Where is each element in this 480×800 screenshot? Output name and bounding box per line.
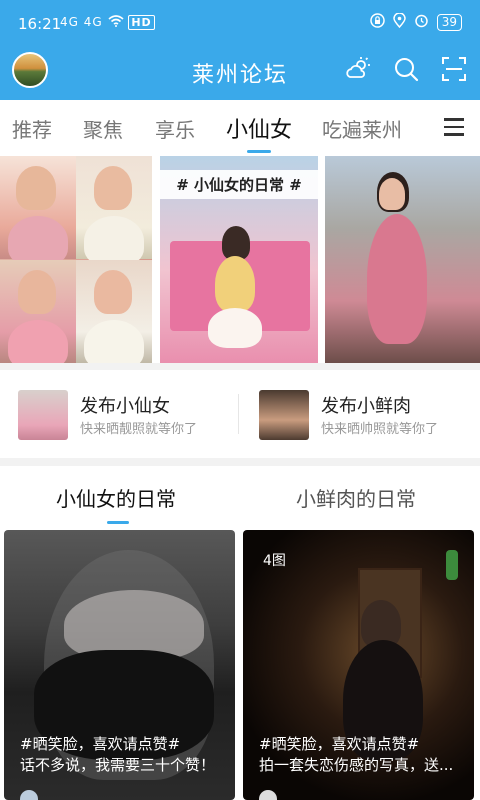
tab-fairy-daily[interactable]: 小仙女的日常 (56, 483, 176, 512)
clothing-shape (8, 216, 68, 266)
face-shape (16, 166, 56, 210)
banner-photo-collage[interactable] (0, 156, 152, 363)
publish-fairy-button[interactable]: 发布小仙女 快来晒靓照就等你了 (18, 390, 228, 440)
plant-shape (446, 550, 458, 580)
post-grid: #晒笑脸，喜欢请点赞# 话不多说，我需要三十个赞！ 4图 #晒笑脸，喜欢请点赞#… (0, 526, 480, 800)
collage-photo (0, 156, 76, 266)
active-tab-indicator (247, 150, 271, 153)
app-actions (344, 55, 468, 83)
skirt-shape (208, 308, 262, 348)
tab-boy-daily[interactable]: 小鲜肉的日常 (296, 483, 416, 512)
dress-shape (367, 214, 427, 344)
search-icon[interactable] (392, 55, 420, 83)
publish-boy-thumbnail (259, 390, 309, 440)
collage-photo (76, 156, 152, 266)
location-icon (392, 12, 406, 32)
author-avatar[interactable] (20, 790, 38, 800)
hd-badge: HD (128, 15, 155, 30)
sweater-shape (215, 256, 255, 312)
tab-food[interactable]: 吃遍莱州 (322, 114, 402, 143)
post-card[interactable]: 4图 #晒笑脸，喜欢请点赞# 拍一套失恋伤感的写真，送... (243, 530, 474, 800)
status-icons: 39 (369, 12, 462, 32)
collage-photo (76, 260, 152, 363)
post-caption-line2: 话不多说，我需要三十个赞！ (20, 756, 216, 774)
banner-tag: # 小仙女的日常 # (160, 170, 318, 199)
status-bar: 16:21 4G 4G HD 39 (0, 0, 480, 48)
image-count-badge: 4图 (263, 553, 286, 569)
divider (238, 394, 239, 434)
face-shape (94, 166, 132, 210)
tab-leisure[interactable]: 享乐 (155, 114, 195, 143)
tab-recommend[interactable]: 推荐 (12, 114, 52, 143)
alarm-icon (414, 13, 429, 32)
publish-fairy-thumbnail (18, 390, 68, 440)
publish-row: 发布小仙女 快来晒靓照就等你了 发布小鲜肉 快来晒帅照就等你了 (0, 370, 480, 458)
wifi-icon (107, 15, 129, 29)
publish-boy-subtitle: 快来晒帅照就等你了 (321, 422, 439, 437)
publish-boy-button[interactable]: 发布小鲜肉 快来晒帅照就等你了 (259, 390, 469, 440)
scan-icon[interactable] (440, 55, 468, 83)
clothing-shape (8, 320, 68, 363)
author-avatar[interactable] (259, 790, 277, 800)
category-tabs: 推荐 聚焦 享乐 小仙女 吃遍莱州 (0, 100, 480, 156)
clothing-shape (84, 216, 144, 266)
face-shape (94, 270, 132, 314)
feed-tabs: 小仙女的日常 小鲜肉的日常 (0, 466, 480, 526)
battery-indicator: 39 (436, 14, 462, 31)
publish-boy-title: 发布小鲜肉 (321, 396, 411, 417)
photo-banner: # 小仙女的日常 # (0, 156, 480, 363)
tab-fairy[interactable]: 小仙女 (226, 112, 292, 144)
post-caption-line1: #晒笑脸，喜欢请点赞# (20, 735, 181, 753)
post-caption: #晒笑脸，喜欢请点赞# 话不多说，我需要三十个赞！ (20, 734, 221, 776)
post-caption-line1: #晒笑脸，喜欢请点赞# (259, 735, 420, 753)
face-shape (379, 178, 405, 210)
banner-photo-third[interactable] (325, 156, 480, 363)
post-card[interactable]: #晒笑脸，喜欢请点赞# 话不多说，我需要三十个赞！ (4, 530, 235, 800)
tab-focus[interactable]: 聚焦 (83, 114, 123, 143)
lock-icon (369, 13, 385, 32)
post-caption: #晒笑脸，喜欢请点赞# 拍一套失恋伤感的写真，送... (259, 734, 460, 776)
face-shape (18, 270, 56, 314)
clothing-shape (84, 320, 144, 363)
banner-photo-main[interactable]: # 小仙女的日常 # (160, 156, 318, 363)
post-caption-line2: 拍一套失恋伤感的写真，送... (259, 756, 454, 774)
app-bar: 莱州论坛 (0, 48, 480, 100)
signal-indicator: 4G 4G HD (60, 15, 155, 30)
menu-icon[interactable] (444, 118, 464, 136)
hair-shape (222, 226, 250, 260)
collage-photo (0, 260, 76, 363)
weather-icon[interactable] (344, 55, 372, 83)
publish-fairy-title: 发布小仙女 (80, 396, 170, 417)
publish-fairy-subtitle: 快来晒靓照就等你了 (80, 422, 198, 437)
active-feed-indicator (107, 521, 129, 524)
status-time: 16:21 (18, 15, 62, 33)
